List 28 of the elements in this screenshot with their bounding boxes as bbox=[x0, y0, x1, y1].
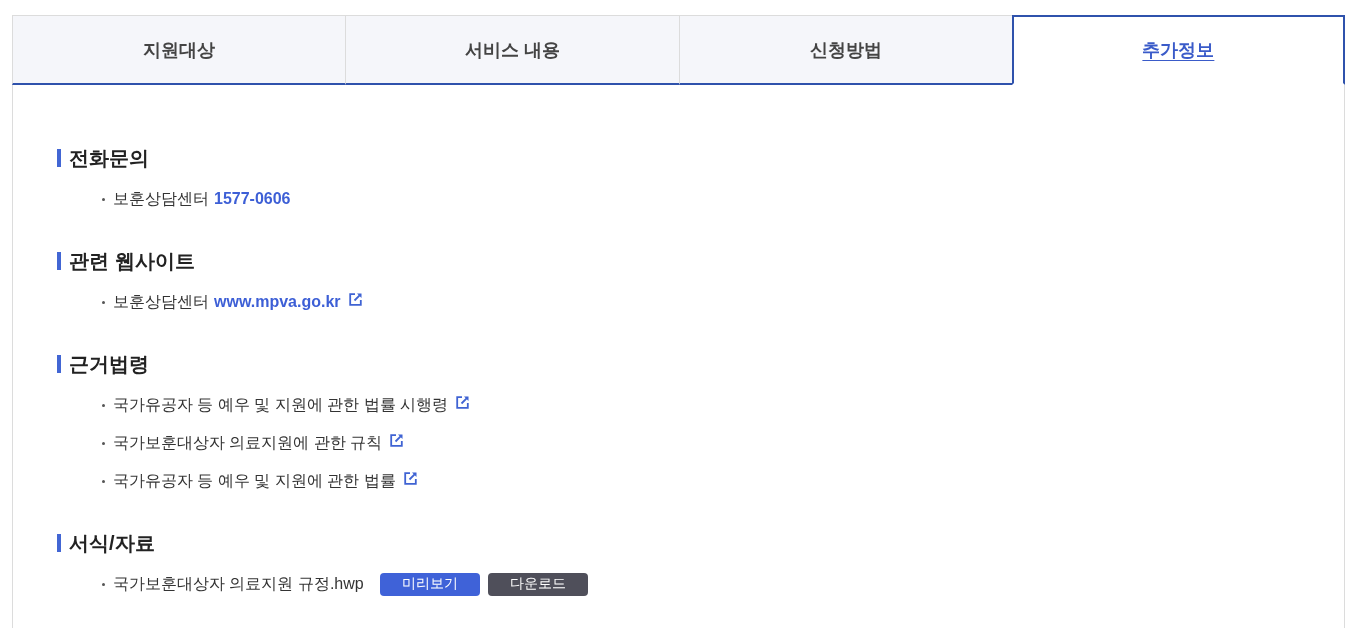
download-button[interactable]: 다운로드 bbox=[487, 572, 588, 596]
section-heading: 전화문의 bbox=[57, 149, 149, 167]
contact-name: 보훈상담센터 bbox=[113, 188, 209, 209]
external-link-icon[interactable] bbox=[348, 292, 362, 306]
tab[interactable]: 서비스 내용 bbox=[345, 15, 679, 85]
bullet-icon bbox=[102, 300, 105, 304]
bullet-icon bbox=[102, 197, 105, 201]
contact-name: 보훈상담센터 bbox=[113, 291, 209, 312]
tab[interactable]: 지원대상 bbox=[12, 15, 346, 85]
law-link[interactable]: 국가유공자 등 예우 및 지원에 관한 법률 시행령 bbox=[113, 394, 449, 416]
preview-button[interactable]: 미리보기 bbox=[379, 572, 480, 596]
external-link-icon[interactable] bbox=[390, 433, 404, 447]
external-link-icon[interactable] bbox=[456, 395, 470, 409]
bullet-icon bbox=[102, 479, 105, 483]
bullet-icon bbox=[102, 441, 105, 445]
law-link[interactable]: 국가유공자 등 예우 및 지원에 관한 법률 bbox=[113, 470, 396, 492]
bullet-icon bbox=[102, 403, 105, 407]
phone-link[interactable]: 1577-0606 bbox=[214, 190, 291, 208]
law-link[interactable]: 국가보훈대상자 의료지원에 관한 규칙 bbox=[113, 432, 383, 454]
external-link-icon[interactable] bbox=[403, 471, 417, 485]
website-link[interactable]: www.mpva.go.kr bbox=[214, 293, 341, 311]
tab[interactable]: 추가정보 bbox=[1011, 15, 1345, 85]
section-heading: 서식/자료 bbox=[57, 534, 155, 552]
section-heading: 근거법령 bbox=[57, 355, 149, 373]
file-name: 국가보훈대상자 의료지원 규정.hwp bbox=[113, 573, 364, 594]
bullet-icon bbox=[102, 582, 105, 586]
section-heading: 관련 웹사이트 bbox=[57, 252, 195, 270]
tab[interactable]: 신청방법 bbox=[678, 15, 1012, 85]
